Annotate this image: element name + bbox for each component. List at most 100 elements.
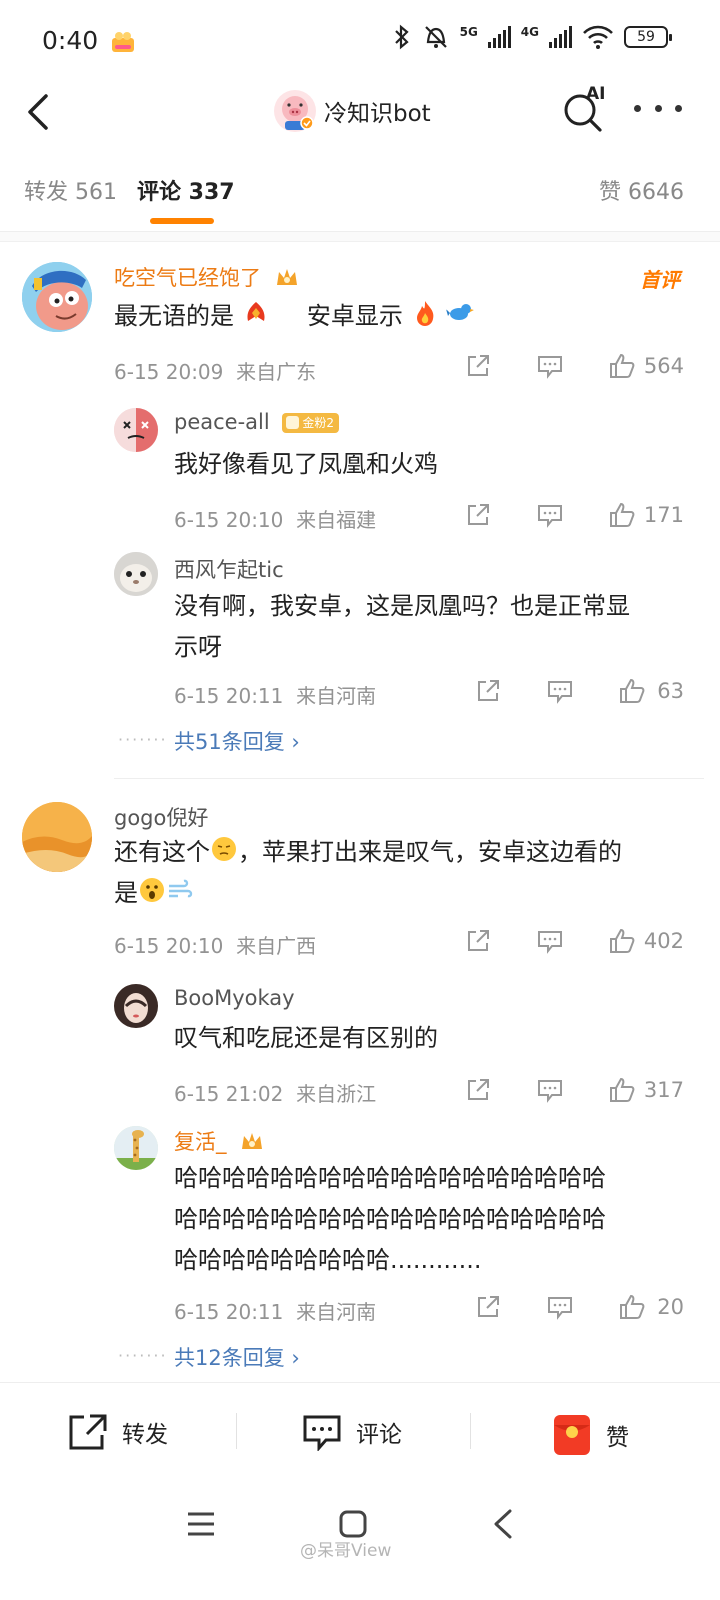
back-icon[interactable] (490, 1508, 516, 1540)
first-comment-badge: 首评 (640, 268, 680, 292)
like-count: 20 (657, 1295, 684, 1319)
username[interactable]: 复活_ (174, 1126, 265, 1156)
tab-bar: 转发 561 评论 337 赞 6646 (0, 148, 720, 232)
tab-comment[interactable]: 评论 337 (137, 174, 235, 206)
bar-divider (470, 1413, 471, 1449)
giraffe-avatar-icon (114, 1126, 158, 1170)
reply-icon[interactable] (536, 927, 564, 955)
watermark: @呆哥View (300, 1541, 392, 1561)
reply-icon[interactable] (536, 501, 564, 529)
reply-leader-dots: ······· (118, 1346, 168, 1365)
bot-avatar (274, 90, 316, 132)
reply-meta: 6-15 21:02 来自浙江 (174, 1082, 377, 1106)
like-icon[interactable] (618, 677, 646, 705)
like-icon[interactable] (608, 1076, 636, 1104)
alarm-off-icon (424, 26, 447, 48)
like-count: 564 (643, 354, 684, 378)
reply-leader-dots: ······· (118, 730, 168, 749)
reply-actions: 171 (464, 501, 684, 529)
view-more-replies-link[interactable]: 共51条回复 › (174, 726, 300, 756)
back-arrow-icon[interactable] (18, 90, 62, 134)
username[interactable]: peace-all 金粉2 (174, 410, 340, 434)
like-icon[interactable] (608, 927, 636, 955)
like-icon[interactable] (618, 1293, 646, 1321)
comment-meta: 6-15 20:09 来自广东 (114, 360, 317, 384)
like-icon[interactable] (608, 352, 636, 380)
chevron-right-icon: › (291, 1346, 300, 1370)
like-count: 402 (643, 929, 684, 953)
tab-likes[interactable]: 赞 6646 (599, 174, 684, 206)
bluetooth-icon (394, 24, 409, 50)
reply-icon[interactable] (546, 677, 574, 705)
surprised-emoji-icon (140, 878, 164, 902)
username[interactable]: 吃空气已经饱了 (114, 262, 300, 292)
section-divider (0, 232, 720, 242)
more-options-icon[interactable] (634, 98, 682, 118)
reply-text: 没有啊，我安卓，这是凤凰吗？也是正常显 示呀 (174, 592, 630, 661)
comment-text: 还有这个 ，苹果打出来是叹气，安卓这边看的是 (114, 832, 694, 914)
share-icon[interactable] (474, 1293, 502, 1321)
reply-icon[interactable] (536, 1076, 564, 1104)
chevron-right-icon: › (291, 730, 300, 754)
vip-crown-icon (276, 269, 297, 285)
reply-actions: 20 (474, 1293, 684, 1321)
wifi-icon (583, 25, 613, 49)
avatar[interactable] (22, 262, 92, 332)
bar-divider (236, 1413, 237, 1449)
ai-search-button[interactable]: AI (560, 84, 612, 134)
signal-4g-icon (549, 26, 572, 48)
top-nav: 冷知识bot AI (0, 84, 720, 148)
view-more-replies-link[interactable]: 共12条回复 › (174, 1342, 300, 1372)
username[interactable]: BooMyokay (174, 986, 295, 1010)
pig-icon (282, 96, 314, 130)
like-button[interactable]: 赞 (552, 1413, 629, 1457)
wind-emoji-icon (169, 879, 193, 898)
reply-text: 叹气和吃屁还是有区别的 (174, 1024, 438, 1052)
username[interactable]: gogo倪好 (114, 802, 208, 832)
avatar[interactable] (22, 802, 92, 872)
avatar[interactable] (114, 1126, 158, 1170)
reply-icon[interactable] (536, 352, 564, 380)
reply-actions: 63 (474, 677, 684, 705)
share-icon[interactable] (464, 501, 492, 529)
share-icon[interactable] (474, 677, 502, 705)
bottom-action-bar: 转发 评论 赞 (0, 1382, 720, 1482)
share-icon[interactable] (464, 352, 492, 380)
share-icon[interactable] (464, 927, 492, 955)
reply-text: 哈哈哈哈哈哈哈哈哈哈哈哈哈哈哈哈哈哈 哈哈哈哈哈哈哈哈哈哈哈哈哈哈哈哈哈哈 哈哈… (174, 1164, 606, 1274)
sigh-emoji-icon (212, 837, 236, 861)
sunset-avatar-icon (22, 802, 92, 872)
reply-meta: 6-15 20:11 来自河南 (174, 1300, 377, 1324)
network-5g-label: 5G (459, 25, 478, 39)
like-count: 63 (657, 679, 684, 703)
status-time: 0:40 (42, 26, 99, 55)
status-bar: 0:40 5G 4G 59 (0, 0, 720, 84)
like-count: 317 (643, 1078, 684, 1102)
portrait-avatar-icon (114, 984, 158, 1028)
home-icon[interactable] (338, 1509, 368, 1539)
battery-indicator: 59 (624, 26, 672, 48)
reply-text: 我好像看见了凤凰和火鸡 (174, 450, 438, 478)
tab-repost[interactable]: 转发 561 (24, 174, 117, 206)
avatar[interactable] (114, 984, 158, 1028)
share-icon[interactable] (464, 1076, 492, 1104)
comment-meta: 6-15 20:10 来自广西 (114, 934, 317, 958)
account-header[interactable]: 冷知识bot (274, 90, 431, 132)
comment-button[interactable]: 评论 (302, 1413, 402, 1451)
reply-meta: 6-15 20:11 来自河南 (174, 684, 377, 708)
reply-icon[interactable] (546, 1293, 574, 1321)
network-4g-label: 4G (520, 25, 539, 39)
avatar[interactable] (114, 408, 158, 452)
repost-button[interactable]: 转发 (68, 1413, 168, 1451)
menu-icon[interactable] (186, 1510, 216, 1538)
status-icons: 5G 4G 59 (392, 24, 672, 50)
repost-icon (69, 1414, 107, 1450)
comment-actions: 402 (464, 927, 684, 955)
like-icon[interactable] (608, 501, 636, 529)
notification-app-icon (112, 32, 134, 52)
comment-item: gogo倪好 还有这个 ，苹果打出来是叹气，安卓这边看的是 6-15 20:10 … (0, 790, 720, 1380)
bird-emoji-icon (446, 304, 475, 320)
avatar[interactable] (114, 552, 158, 596)
username[interactable]: 西风乍起tic (174, 554, 284, 584)
comment-divider (114, 778, 704, 779)
